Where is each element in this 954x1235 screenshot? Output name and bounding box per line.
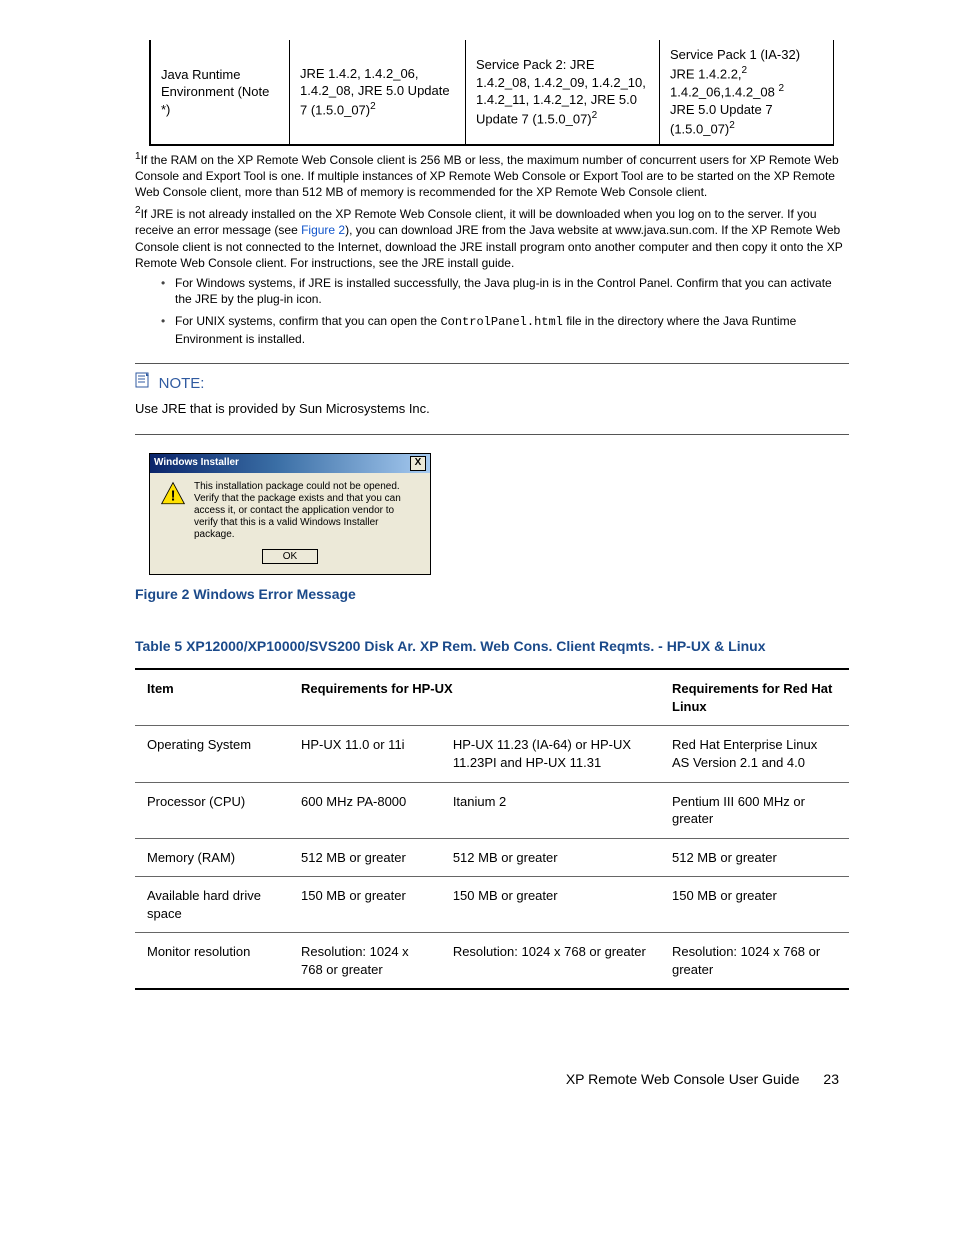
- table-5-title: Table 5 XP12000/XP10000/SVS200 Disk Ar. …: [135, 637, 849, 656]
- divider: [135, 363, 849, 364]
- divider: [135, 434, 849, 435]
- jre-cell-col4: Service Pack 1 (IA-32) JRE 1.4.2.2,2 1.4…: [660, 40, 834, 145]
- bullet-windows: For Windows systems, if JRE is installed…: [161, 275, 849, 307]
- ok-button[interactable]: OK: [262, 549, 318, 564]
- dialog-title-text: Windows Installer: [154, 456, 239, 470]
- table-row: Processor (CPU)600 MHz PA-8000Itanium 2P…: [135, 782, 849, 838]
- table-row: Operating SystemHP-UX 11.0 or 11iHP-UX 1…: [135, 726, 849, 782]
- footnote-1: If the RAM on the XP Remote Web Console …: [135, 153, 839, 199]
- th-item: Item: [135, 669, 289, 726]
- bullet-unix: For UNIX systems, confirm that you can o…: [161, 313, 849, 346]
- footnotes: 1If the RAM on the XP Remote Web Console…: [135, 150, 849, 347]
- th-hpux: Requirements for HP-UX: [289, 669, 660, 726]
- jre-cell-col2: JRE 1.4.2, 1.4.2_06, 1.4.2_08, JRE 5.0 U…: [290, 40, 466, 145]
- jre-cell-item: Java Runtime Environment (Note *): [150, 40, 290, 145]
- table-row: Memory (RAM)512 MB or greater512 MB or g…: [135, 838, 849, 877]
- requirements-table: Item Requirements for HP-UX Requirements…: [135, 668, 849, 990]
- windows-installer-dialog: Windows Installer X ! This installation …: [149, 453, 431, 575]
- jre-cell-col3: Service Pack 2: JRE 1.4.2_08, 1.4.2_09, …: [466, 40, 660, 145]
- page-number: 23: [823, 1070, 839, 1089]
- table-row: Available hard drive space150 MB or grea…: [135, 877, 849, 933]
- note-text: Use JRE that is provided by Sun Microsys…: [135, 400, 849, 418]
- warning-icon: !: [160, 481, 186, 507]
- footer-title: XP Remote Web Console User Guide: [566, 1071, 800, 1087]
- figure-2-caption: Figure 2 Windows Error Message: [135, 585, 849, 604]
- note-icon: [135, 372, 151, 393]
- table-row: Monitor resolutionResolution: 1024 x 768…: [135, 933, 849, 990]
- figure-2-link[interactable]: Figure 2: [301, 223, 345, 237]
- svg-text:!: !: [171, 488, 176, 504]
- th-linux: Requirements for Red Hat Linux: [660, 669, 849, 726]
- note-label: NOTE:: [159, 375, 205, 392]
- close-icon[interactable]: X: [410, 456, 426, 471]
- jre-table-fragment: Java Runtime Environment (Note *) JRE 1.…: [149, 40, 834, 146]
- page-footer: XP Remote Web Console User Guide 23: [135, 1070, 849, 1089]
- dialog-body-text: This installation package could not be o…: [194, 481, 420, 541]
